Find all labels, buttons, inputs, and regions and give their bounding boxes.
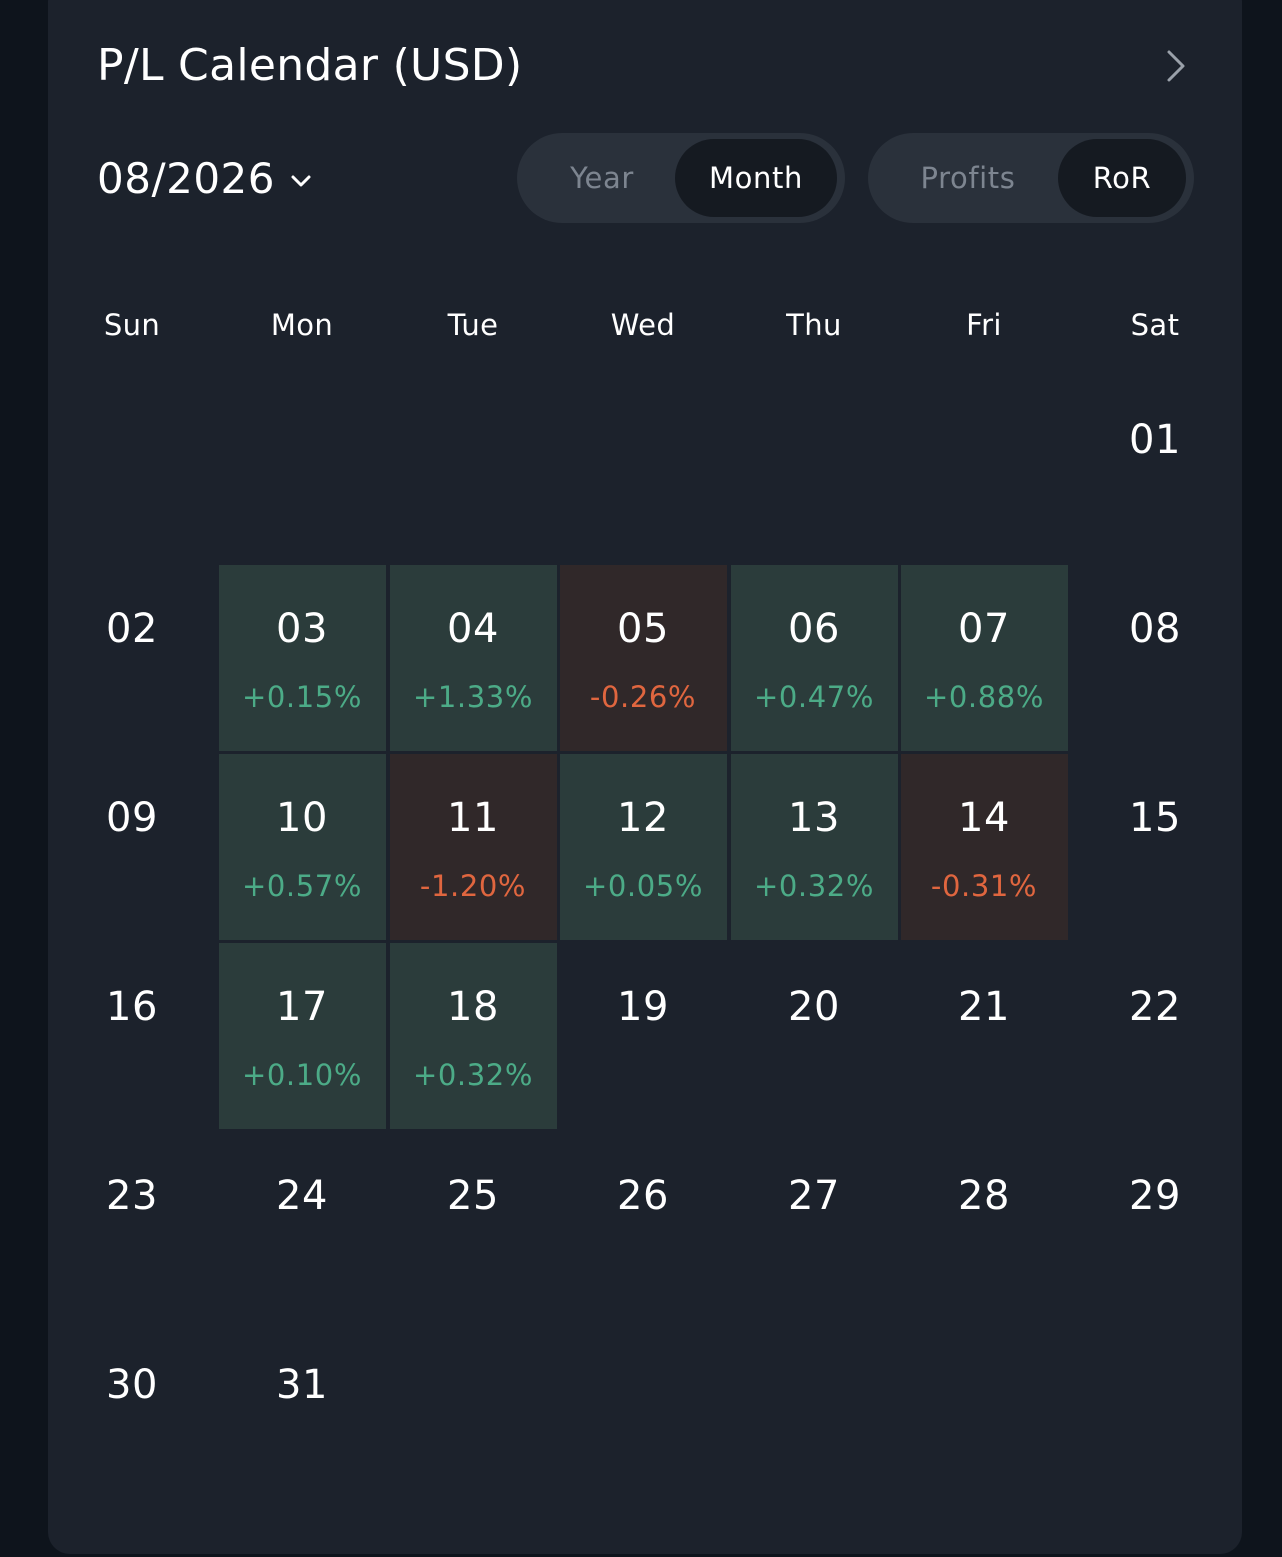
calendar-day-cell[interactable]: 23: [49, 1132, 216, 1318]
calendar-day-cell[interactable]: 07 +0.88%: [900, 565, 1068, 751]
day-number: 16: [106, 984, 158, 1030]
weekday-mon: Mon: [270, 308, 334, 342]
day-number: 27: [788, 1173, 840, 1219]
day-number: 21: [958, 984, 1010, 1030]
calendar-day-cell[interactable]: 06 +0.47%: [730, 565, 898, 751]
day-ror-value: +0.32%: [753, 869, 875, 903]
day-number: 22: [1129, 984, 1181, 1030]
calendar-day-cell[interactable]: 24: [219, 1132, 386, 1318]
day-number: 23: [106, 1173, 158, 1219]
calendar-day-cell[interactable]: 04 +1.33%: [389, 565, 557, 751]
calendar-day-cell[interactable]: 27: [731, 1132, 898, 1318]
calendar-day-cell[interactable]: 14 -0.31%: [900, 754, 1068, 940]
day-number: 15: [1129, 795, 1181, 841]
metric-option-ror[interactable]: RoR: [1058, 139, 1186, 217]
day-ror-value: +0.10%: [241, 1058, 363, 1092]
day-number: 29: [1129, 1173, 1181, 1219]
day-ror-value: +0.15%: [241, 680, 363, 714]
calendar-day-cell[interactable]: 30: [49, 1321, 216, 1507]
calendar-day-cell[interactable]: 03 +0.15%: [218, 565, 386, 751]
day-ror-value: -1.20%: [419, 869, 527, 903]
day-ror-value: +0.32%: [412, 1058, 534, 1092]
day-number: 07: [958, 606, 1010, 652]
day-ror-value: -0.26%: [589, 680, 697, 714]
calendar-day-cell[interactable]: 19: [560, 943, 727, 1129]
day-number: 30: [106, 1362, 158, 1408]
calendar-day-cell[interactable]: 08: [1072, 565, 1239, 751]
chevron-right-icon[interactable]: [1158, 48, 1194, 84]
calendar-day-cell[interactable]: 01: [1072, 376, 1239, 562]
day-number: 02: [106, 606, 158, 652]
day-number: 17: [276, 984, 328, 1030]
calendar-day-cell[interactable]: 13 +0.32%: [730, 754, 898, 940]
calendar-day-cell[interactable]: 10 +0.57%: [218, 754, 386, 940]
day-ror-value: +1.33%: [412, 680, 534, 714]
calendar-day-cell[interactable]: 05 -0.26%: [559, 565, 727, 751]
weekday-fri: Fri: [966, 308, 1002, 342]
day-number: 26: [617, 1173, 669, 1219]
month-label: 08/2026: [97, 154, 275, 203]
metric-toggle: Profits RoR: [868, 133, 1194, 223]
weekday-sun: Sun: [103, 308, 161, 342]
page-title: P/L Calendar (USD): [97, 40, 523, 91]
calendar-day-cell[interactable]: 15: [1072, 754, 1239, 940]
period-option-month[interactable]: Month: [675, 139, 837, 217]
calendar-day-cell[interactable]: 26: [560, 1132, 727, 1318]
day-ror-value: +0.47%: [753, 680, 875, 714]
day-number: 09: [106, 795, 158, 841]
metric-option-profits[interactable]: Profits: [878, 139, 1058, 217]
day-ror-value: +0.57%: [241, 869, 363, 903]
weekday-tue: Tue: [447, 308, 499, 342]
day-number: 13: [788, 795, 840, 841]
day-number: 19: [617, 984, 669, 1030]
weekday-thu: Thu: [786, 308, 842, 342]
calendar-day-cell[interactable]: 22: [1072, 943, 1239, 1129]
calendar-day-cell[interactable]: 31: [219, 1321, 386, 1507]
day-number: 06: [788, 606, 840, 652]
day-number: 03: [276, 606, 328, 652]
calendar-day-cell[interactable]: 11 -1.20%: [389, 754, 557, 940]
calendar-day-cell[interactable]: 29: [1072, 1132, 1239, 1318]
day-number: 14: [958, 795, 1010, 841]
day-number: 28: [958, 1173, 1010, 1219]
day-number: 24: [276, 1173, 328, 1219]
day-number: 01: [1129, 417, 1181, 463]
calendar-day-cell[interactable]: 02: [49, 565, 216, 751]
calendar-day-cell[interactable]: 16: [49, 943, 216, 1129]
day-number: 11: [447, 795, 499, 841]
calendar-day-cell[interactable]: 12 +0.05%: [559, 754, 727, 940]
calendar-day-cell[interactable]: 28: [901, 1132, 1068, 1318]
day-ror-value: +0.88%: [923, 680, 1045, 714]
calendar-day-cell[interactable]: 09: [49, 754, 216, 940]
day-number: 12: [617, 795, 669, 841]
calendar-day-cell[interactable]: 20: [731, 943, 898, 1129]
calendar-day-cell[interactable]: 25: [390, 1132, 557, 1318]
calendar-day-cell[interactable]: 18 +0.32%: [389, 943, 557, 1129]
weekday-wed: Wed: [610, 308, 676, 342]
day-number: 08: [1129, 606, 1181, 652]
month-selector[interactable]: 08/2026: [97, 152, 315, 206]
weekday-sat: Sat: [1130, 308, 1180, 342]
day-ror-value: -0.31%: [930, 869, 1038, 903]
period-toggle: Year Month: [517, 133, 845, 223]
chevron-down-icon: [291, 175, 311, 187]
period-option-year[interactable]: Year: [527, 139, 677, 217]
day-number: 04: [447, 606, 499, 652]
day-number: 25: [447, 1173, 499, 1219]
day-number: 10: [276, 795, 328, 841]
day-ror-value: +0.05%: [582, 869, 704, 903]
day-number: 20: [788, 984, 840, 1030]
calendar-day-cell[interactable]: 21: [901, 943, 1068, 1129]
calendar-day-cell[interactable]: 17 +0.10%: [218, 943, 386, 1129]
day-number: 18: [447, 984, 499, 1030]
day-number: 31: [276, 1362, 328, 1408]
day-number: 05: [617, 606, 669, 652]
